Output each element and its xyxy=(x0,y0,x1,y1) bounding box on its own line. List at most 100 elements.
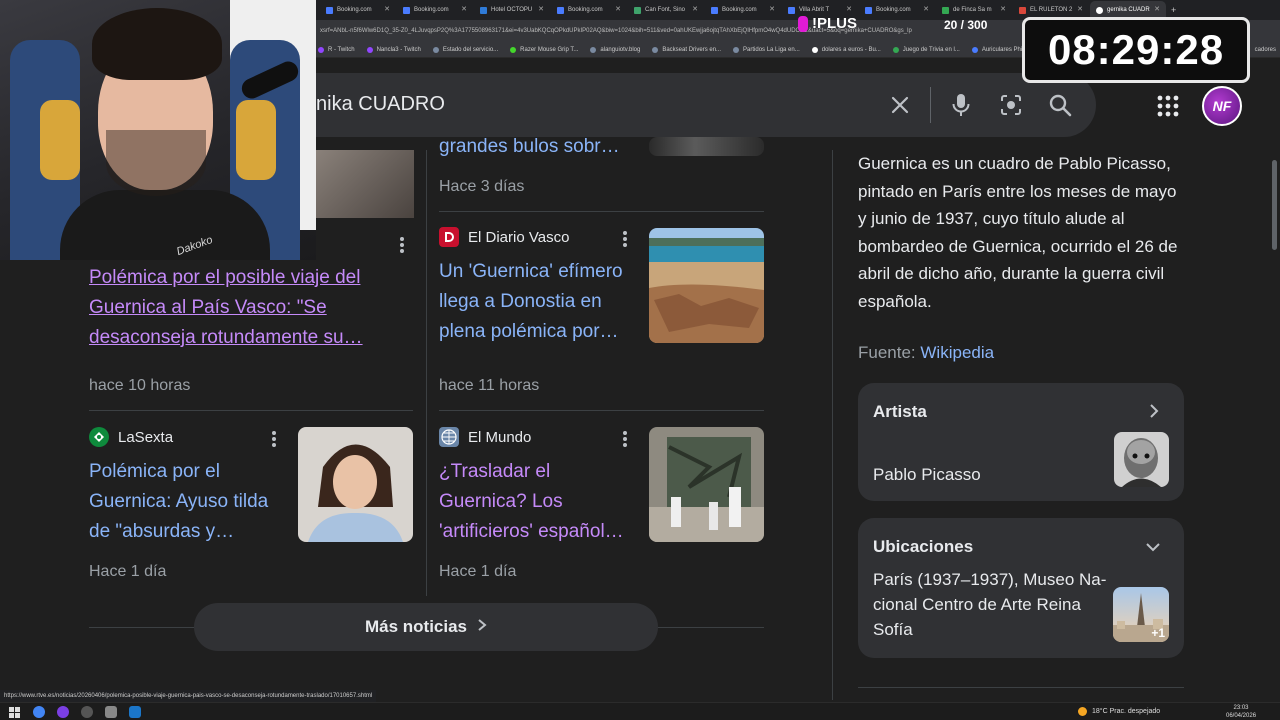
knowledge-panel-description: Guernica es un cuadro de Pablo Picasso, … xyxy=(858,154,1178,311)
news-source[interactable]: LaSexta xyxy=(89,427,173,447)
app-icon[interactable] xyxy=(57,706,69,718)
streamer-beard xyxy=(106,130,206,196)
bookmark-item[interactable]: Estado del servicio... xyxy=(432,46,499,53)
taskbar-clock[interactable]: 23:03 06/04/2026 xyxy=(1226,704,1256,720)
news-thumbnail[interactable] xyxy=(649,137,764,156)
scrollbar-thumb[interactable] xyxy=(1272,160,1277,250)
browser-tab[interactable]: Hotel OCTOPU ✕ xyxy=(474,1,550,19)
browser-tab[interactable]: de Finca Sa m ✕ xyxy=(936,1,1012,19)
bookmark-item[interactable]: Backseat Drivers en... xyxy=(652,46,722,53)
booking-favicon-icon xyxy=(865,6,872,14)
chrome-icon[interactable] xyxy=(33,706,45,718)
streamer-shirt xyxy=(60,190,270,260)
artist-thumbnail[interactable] xyxy=(1114,432,1169,487)
browser-tab[interactable]: Booking.com ✕ xyxy=(859,1,935,19)
microphone-icon[interactable] xyxy=(943,87,979,123)
news-thumbnail[interactable] xyxy=(316,150,414,218)
webcam-overlay: Dakoko xyxy=(0,0,316,260)
bookmark-label: Estado del servicio... xyxy=(442,46,499,53)
close-tab-icon[interactable]: ✕ xyxy=(1077,5,1083,13)
news-thumbnail[interactable] xyxy=(649,427,764,542)
news-title[interactable]: Un 'Guernica' efímero llega a Donostia e… xyxy=(439,257,639,347)
booking-favicon-icon xyxy=(788,6,795,14)
news-title[interactable]: Polémica por el Guernica: Ayuso tilda de… xyxy=(89,457,289,547)
page-icon xyxy=(590,46,597,53)
more-options-icon[interactable] xyxy=(623,431,627,447)
browser-tab[interactable]: Can Font, Sino ✕ xyxy=(628,1,704,19)
tab-label: Booking.com xyxy=(722,7,757,13)
bookmark-item[interactable]: Partidos La Liga en... xyxy=(733,46,800,53)
search-input[interactable]: nika CUADRO xyxy=(316,93,445,116)
tab-label: gernika CUADR xyxy=(1107,7,1150,13)
steam-icon[interactable] xyxy=(129,706,141,718)
page-icon xyxy=(971,46,978,53)
clear-search-icon[interactable] xyxy=(882,87,918,123)
close-tab-icon[interactable]: ✕ xyxy=(923,5,929,13)
close-tab-icon[interactable]: ✕ xyxy=(1154,5,1160,13)
chevron-down-icon[interactable] xyxy=(1145,540,1161,558)
bookmark-label: Backseat Drivers en... xyxy=(662,46,722,53)
google-apps-icon[interactable] xyxy=(1150,88,1186,124)
tab-label: Booking.com xyxy=(876,7,911,13)
knowledge-panel-source: Fuente: Wikipedia xyxy=(858,343,994,363)
close-tab-icon[interactable]: ✕ xyxy=(1000,5,1006,13)
lens-camera-icon[interactable] xyxy=(993,87,1029,123)
news-title[interactable]: grandes bulos sobr… xyxy=(439,134,639,160)
artist-card[interactable]: Artista Pablo Picasso xyxy=(858,383,1184,501)
bookmark-item[interactable]: Nancla3 - Twitch xyxy=(366,46,421,53)
locations-value-line: cional Centro de Arte Reina xyxy=(873,595,1081,614)
column-divider xyxy=(426,150,427,596)
close-tab-icon[interactable]: ✕ xyxy=(461,5,467,13)
bookmark-item[interactable]: dolares a euros - Bu... xyxy=(811,46,881,53)
more-locations-badge: +1 xyxy=(1151,626,1165,640)
news-source[interactable]: El Diario Vasco xyxy=(439,227,569,247)
browser-tab[interactable]: Booking.com ✕ xyxy=(551,1,627,19)
booking-favicon-icon xyxy=(326,6,333,14)
bookmark-item[interactable]: Juego de Trivia en l... xyxy=(892,46,960,53)
news-title[interactable]: ¿Trasladar el Guernica? Los 'artificiero… xyxy=(439,457,639,547)
el-diario-vasco-logo-icon xyxy=(439,227,459,247)
weather-label: 18°C Prac. despejado xyxy=(1092,708,1161,715)
bookmark-item[interactable]: alanguiotv.blog xyxy=(590,46,640,53)
news-time: hace 11 horas xyxy=(439,377,540,394)
app-icon[interactable] xyxy=(105,706,117,718)
close-tab-icon[interactable]: ✕ xyxy=(692,5,698,13)
news-time: Hace 3 días xyxy=(439,178,525,195)
close-tab-icon[interactable]: ✕ xyxy=(769,5,775,13)
bookmark-label: Juego de Trivia en l... xyxy=(902,46,960,53)
news-title[interactable]: Polémica por el posible viaje del Guerni… xyxy=(89,263,389,353)
news-source-label: El Mundo xyxy=(468,428,532,446)
bookmark-item[interactable]: R - Twitch xyxy=(318,46,355,53)
close-tab-icon[interactable]: ✕ xyxy=(384,5,390,13)
windows-start-icon[interactable] xyxy=(9,706,21,718)
close-tab-icon[interactable]: ✕ xyxy=(615,5,621,13)
bookmark-item[interactable]: Razer Mouse Grip T... xyxy=(510,46,578,53)
account-avatar[interactable]: NF xyxy=(1202,86,1242,126)
more-options-icon[interactable] xyxy=(272,431,276,447)
page-icon xyxy=(432,46,439,53)
browser-tab[interactable]: Booking.com ✕ xyxy=(705,1,781,19)
more-news-button[interactable]: Más noticias xyxy=(194,603,658,651)
more-options-icon[interactable] xyxy=(400,237,404,253)
location-thumbnail[interactable]: +1 xyxy=(1113,587,1169,642)
search-bar[interactable]: nika CUADRO xyxy=(316,73,1096,137)
app-icon[interactable] xyxy=(81,706,93,718)
search-icon[interactable] xyxy=(1042,87,1078,123)
news-thumbnail[interactable] xyxy=(298,427,413,542)
wikipedia-link[interactable]: Wikipedia xyxy=(920,343,994,362)
browser-tab[interactable]: Booking.com ✕ xyxy=(397,1,473,19)
locations-card[interactable]: Ubicaciones París (1937–1937), Museo Na-… xyxy=(858,518,1184,658)
bookmark-item[interactable]: cadores xyxy=(1255,47,1276,53)
site-favicon-icon xyxy=(1019,6,1026,14)
news-source[interactable]: El Mundo xyxy=(439,427,531,447)
weather-widget[interactable]: 18°C Prac. despejado xyxy=(1078,707,1160,716)
browser-tab[interactable]: Booking.com ✕ xyxy=(320,1,396,19)
news-thumbnail[interactable] xyxy=(649,228,764,343)
artist-value[interactable]: Pablo Picasso xyxy=(873,462,981,487)
close-tab-icon[interactable]: ✕ xyxy=(538,5,544,13)
more-options-icon[interactable] xyxy=(623,231,627,247)
news-time: hace 10 horas xyxy=(89,377,191,394)
page-icon xyxy=(652,46,659,53)
divider xyxy=(858,687,1184,688)
google-icon xyxy=(811,46,818,53)
